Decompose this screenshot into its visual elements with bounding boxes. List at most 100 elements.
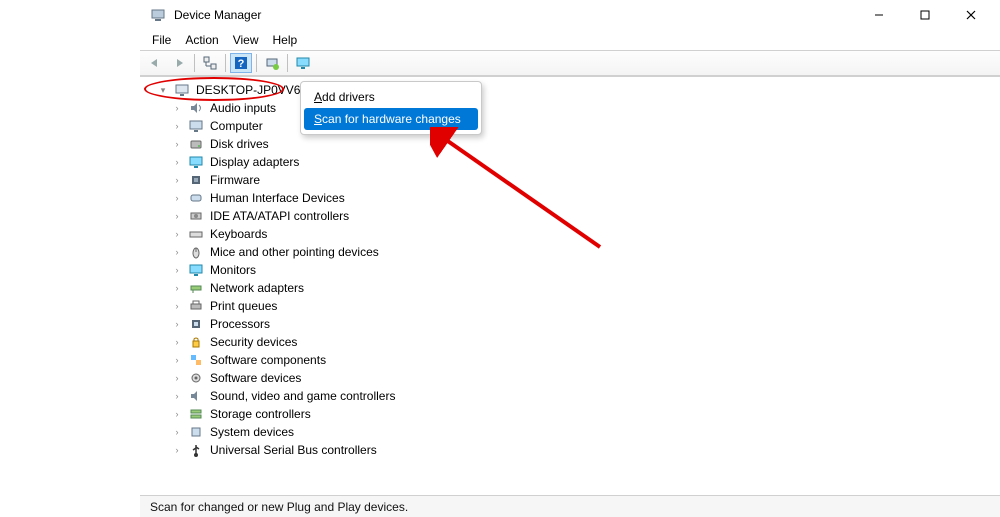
chevron-right-icon[interactable]: › bbox=[172, 175, 182, 185]
tree-node[interactable]: › Disk drives bbox=[170, 135, 1000, 153]
toolbar: ? bbox=[140, 50, 1000, 76]
tree-node[interactable]: › Display adapters bbox=[170, 153, 1000, 171]
tree-node-label: Keyboards bbox=[210, 225, 267, 243]
menu-help[interactable]: Help bbox=[273, 33, 298, 47]
chevron-right-icon[interactable]: › bbox=[172, 283, 182, 293]
tree-node[interactable]: › IDE ATA/ATAPI controllers bbox=[170, 207, 1000, 225]
hid-icon bbox=[188, 191, 204, 205]
storage-icon bbox=[188, 407, 204, 421]
mouse-icon bbox=[188, 245, 204, 259]
close-button[interactable] bbox=[948, 0, 994, 30]
chevron-right-icon[interactable]: › bbox=[172, 229, 182, 239]
computer-icon bbox=[188, 119, 204, 133]
tree-node-label: IDE ATA/ATAPI controllers bbox=[210, 207, 349, 225]
context-add-drivers[interactable]: Add drivers bbox=[304, 86, 478, 108]
tree-node[interactable]: › Universal Serial Bus controllers bbox=[170, 441, 1000, 459]
chevron-right-icon[interactable]: › bbox=[172, 211, 182, 221]
sound-icon bbox=[188, 389, 204, 403]
tree-node[interactable]: › Keyboards bbox=[170, 225, 1000, 243]
tree-node[interactable]: ›Network adapters bbox=[170, 279, 1000, 297]
tree-root-label: DESKTOP-JP0VV6N bbox=[196, 81, 309, 99]
chevron-right-icon[interactable]: › bbox=[172, 139, 182, 149]
tree-view-button[interactable] bbox=[199, 53, 221, 73]
tree-node[interactable]: ›Audio inputs bbox=[170, 99, 1000, 117]
toolbar-separator bbox=[256, 54, 257, 72]
chevron-right-icon[interactable]: › bbox=[172, 247, 182, 257]
tree-node-label: Computer bbox=[210, 117, 263, 135]
usb-icon bbox=[188, 443, 204, 457]
tree-node-label: Display adapters bbox=[210, 153, 299, 171]
tree-root-node[interactable]: ▾ DESKTOP-JP0VV6N bbox=[154, 81, 1000, 99]
forward-button[interactable] bbox=[168, 53, 190, 73]
tree-node-label: Security devices bbox=[210, 333, 297, 351]
tree-node-label: Software devices bbox=[210, 369, 301, 387]
chevron-right-icon[interactable]: › bbox=[172, 319, 182, 329]
menu-view[interactable]: View bbox=[233, 33, 259, 47]
chevron-right-icon[interactable]: › bbox=[172, 121, 182, 131]
tree-node[interactable]: ›Human Interface Devices bbox=[170, 189, 1000, 207]
firmware-icon bbox=[188, 173, 204, 187]
back-button[interactable] bbox=[144, 53, 166, 73]
tree-node[interactable]: › System devices bbox=[170, 423, 1000, 441]
tree-node-label: System devices bbox=[210, 423, 294, 441]
window-title: Device Manager bbox=[174, 8, 856, 22]
chevron-right-icon[interactable]: › bbox=[172, 265, 182, 275]
network-icon bbox=[188, 281, 204, 295]
tree-node[interactable]: › Processors bbox=[170, 315, 1000, 333]
minimize-button[interactable] bbox=[856, 0, 902, 30]
chevron-right-icon[interactable]: › bbox=[172, 409, 182, 419]
chevron-right-icon[interactable]: › bbox=[172, 445, 182, 455]
chevron-right-icon[interactable]: › bbox=[172, 103, 182, 113]
menu-action[interactable]: Action bbox=[185, 33, 218, 47]
toolbar-separator bbox=[287, 54, 288, 72]
statusbar: Scan for changed or new Plug and Play de… bbox=[140, 495, 1000, 517]
monitor-view-button[interactable] bbox=[292, 53, 314, 73]
tree-node[interactable]: ›Software components bbox=[170, 351, 1000, 369]
context-scan-hardware[interactable]: Scan for hardware changes bbox=[304, 108, 478, 130]
chevron-right-icon[interactable]: › bbox=[172, 391, 182, 401]
ide-icon bbox=[188, 209, 204, 223]
swcomp-icon bbox=[188, 353, 204, 367]
context-menu: Add drivers Scan for hardware changes bbox=[300, 81, 482, 135]
tree-node-label: Universal Serial Bus controllers bbox=[210, 441, 377, 459]
chevron-right-icon[interactable]: › bbox=[172, 157, 182, 167]
chevron-right-icon[interactable]: › bbox=[172, 301, 182, 311]
chevron-right-icon[interactable]: › bbox=[172, 427, 182, 437]
toolbar-separator bbox=[225, 54, 226, 72]
tree-node[interactable]: › Storage controllers bbox=[170, 405, 1000, 423]
tree-node[interactable]: › Print queues bbox=[170, 297, 1000, 315]
menu-file[interactable]: File bbox=[152, 33, 171, 47]
tree-node-label: Print queues bbox=[210, 297, 277, 315]
cpu-icon bbox=[188, 317, 204, 331]
chevron-right-icon[interactable]: › bbox=[172, 355, 182, 365]
tree-node-label: Mice and other pointing devices bbox=[210, 243, 379, 261]
chevron-right-icon[interactable]: › bbox=[172, 373, 182, 383]
toolbar-separator bbox=[194, 54, 195, 72]
tree-node[interactable]: › Security devices bbox=[170, 333, 1000, 351]
tree-node[interactable]: › Computer bbox=[170, 117, 1000, 135]
scan-hardware-button[interactable] bbox=[261, 53, 283, 73]
chevron-right-icon[interactable]: › bbox=[172, 193, 182, 203]
computer-icon bbox=[174, 83, 190, 97]
disk-icon bbox=[188, 137, 204, 151]
tree-node-label: Disk drives bbox=[210, 135, 269, 153]
tree-node-label: Storage controllers bbox=[210, 405, 311, 423]
app-icon bbox=[150, 7, 166, 23]
titlebar: Device Manager bbox=[140, 0, 1000, 30]
tree-node-label: Sound, video and game controllers bbox=[210, 387, 395, 405]
tree-node[interactable]: › Monitors bbox=[170, 261, 1000, 279]
maximize-button[interactable] bbox=[902, 0, 948, 30]
tree-node-label: Monitors bbox=[210, 261, 256, 279]
tree-node[interactable]: › Sound, video and game controllers bbox=[170, 387, 1000, 405]
tree-node[interactable]: ›Firmware bbox=[170, 171, 1000, 189]
printer-icon bbox=[188, 299, 204, 313]
menubar: File Action View Help bbox=[140, 30, 1000, 50]
chevron-down-icon[interactable]: ▾ bbox=[158, 85, 168, 95]
tree-node[interactable]: › Mice and other pointing devices bbox=[170, 243, 1000, 261]
help-button[interactable]: ? bbox=[230, 53, 252, 73]
tree-node-label: Processors bbox=[210, 315, 270, 333]
tree-node[interactable]: › Software devices bbox=[170, 369, 1000, 387]
chevron-right-icon[interactable]: › bbox=[172, 337, 182, 347]
device-tree: ▾ DESKTOP-JP0VV6N ›Audio inputs›Computer… bbox=[154, 81, 1000, 459]
window-controls bbox=[856, 0, 994, 30]
